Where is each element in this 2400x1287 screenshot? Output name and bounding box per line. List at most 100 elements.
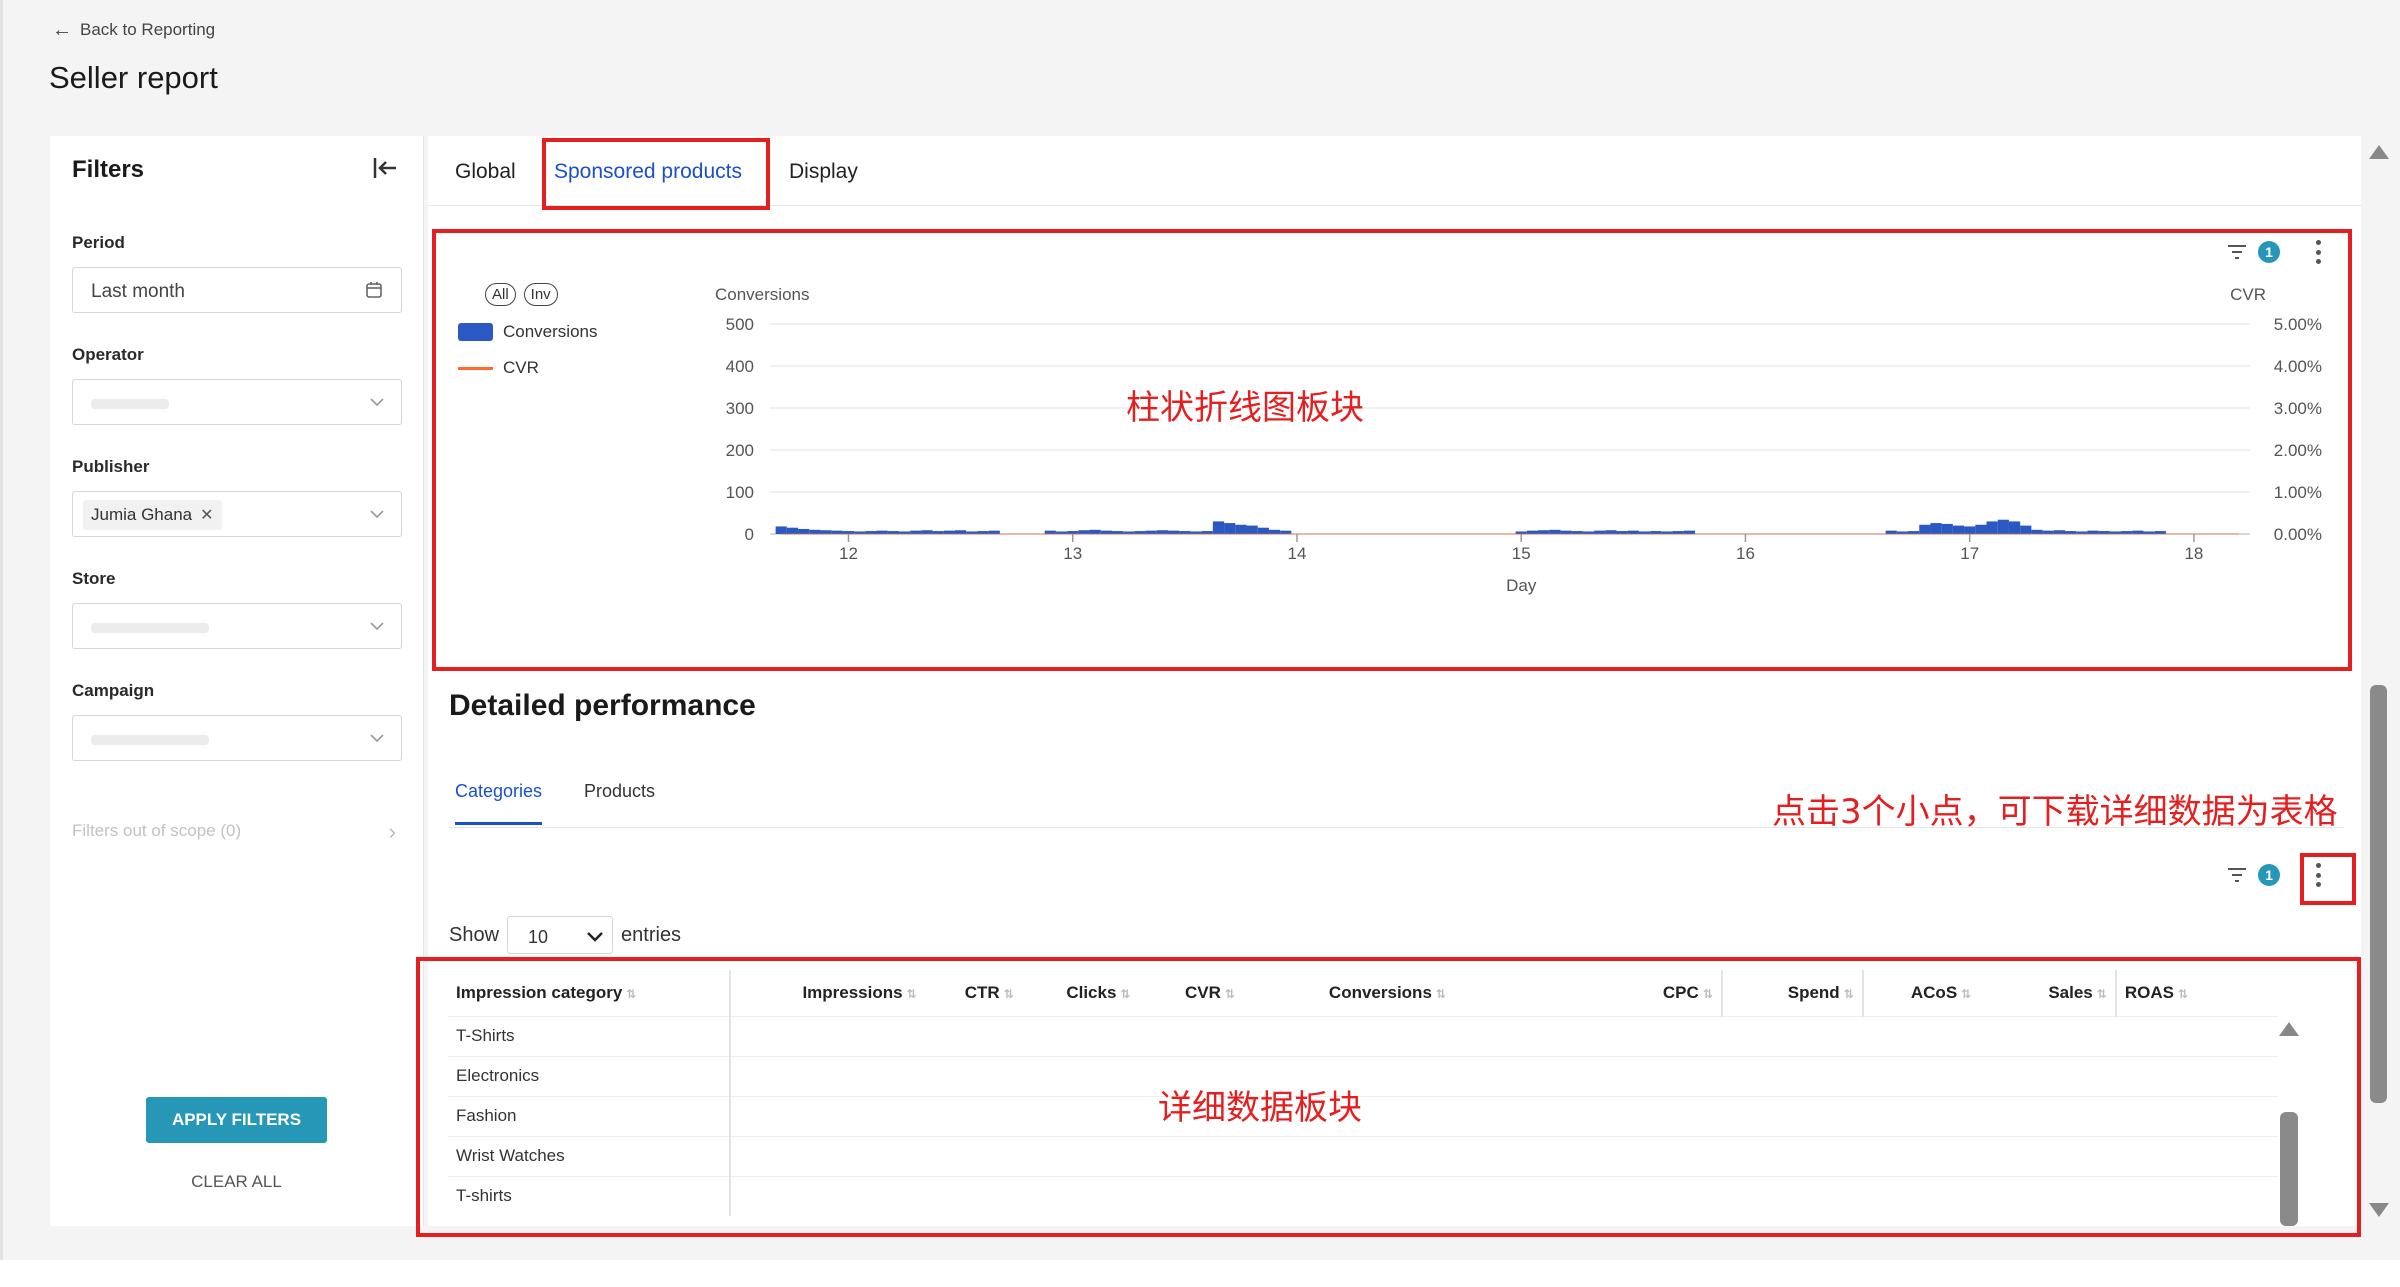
col-roas[interactable]: ROAS ⇅ [2116, 970, 2278, 1016]
chevron-right-icon: › [388, 819, 396, 844]
sort-icon: ⇅ [906, 986, 917, 1001]
conversion-bar [1964, 526, 1976, 534]
conversion-bar [910, 530, 922, 534]
tab-products[interactable]: Products [584, 781, 655, 802]
conversion-bar [1257, 527, 1269, 534]
col-cvr[interactable]: CVR ⇅ [1138, 970, 1243, 1016]
col-clicks[interactable]: Clicks ⇅ [1022, 970, 1139, 1016]
conversion-bar [1975, 524, 1987, 534]
y-tick-label: 100 [726, 483, 754, 502]
x-tick-label: 12 [839, 544, 858, 563]
conversion-bar [1089, 529, 1101, 534]
table-more-options-icon[interactable] [2308, 860, 2328, 890]
table-scrollbar-thumb[interactable] [2280, 1112, 2298, 1226]
out-of-scope-label: Filters out of scope (0) [72, 821, 242, 840]
conversion-bar [1986, 521, 1998, 534]
sort-icon: ⇅ [1702, 986, 1713, 1001]
y2-tick-label: 5.00% [2274, 315, 2322, 334]
conversion-bar [1549, 529, 1561, 534]
filter-count-badge: 1 [2258, 864, 2280, 886]
detail-table: Impression category ⇅ Impressions ⇅ CTR ⇅ C… [448, 970, 2278, 1216]
category-cell: Wrist Watches [448, 1135, 732, 1176]
conversion-bar [2132, 530, 2144, 534]
conversion-bar [2053, 530, 2065, 534]
conversion-bar [1145, 530, 1157, 534]
sort-icon: ⇅ [626, 986, 637, 1001]
conversion-bar [1930, 523, 1942, 534]
filter-icon[interactable] [2226, 865, 2248, 885]
table-row[interactable]: Fashion [448, 1095, 2278, 1136]
table-toolbar: 1 [2226, 860, 2328, 890]
conversion-bar [1683, 530, 1695, 534]
tab-categories[interactable]: Categories [455, 781, 543, 825]
detail-table-container: Impression category ⇅ Impressions ⇅ CTR ⇅ C… [448, 970, 2278, 1226]
conversion-bar [955, 530, 967, 534]
chevron-down-icon [370, 734, 384, 743]
y-tick-label: 0 [745, 525, 754, 544]
sort-icon: ⇅ [2096, 986, 2107, 1001]
conversion-bar [1627, 530, 1639, 534]
entries-per-page-select[interactable]: 10 [507, 916, 614, 954]
x-tick-label: 18 [2184, 544, 2203, 563]
conversion-bar [820, 530, 832, 534]
col-ctr[interactable]: CTR ⇅ [925, 970, 1022, 1016]
conversion-bar [1538, 530, 1550, 534]
campaign-select[interactable] [72, 715, 402, 761]
table-row[interactable]: T-Shirts [448, 1015, 2278, 1056]
x-tick-label: 14 [1288, 544, 1307, 563]
conversion-bar [1952, 525, 1965, 534]
conversion-bar [1235, 524, 1247, 534]
conversion-bar [1280, 530, 1292, 534]
col-cpc[interactable]: CPC ⇅ [1453, 970, 1723, 1016]
conversion-bar [921, 530, 933, 534]
page-scroll-up-icon[interactable] [2369, 145, 2389, 159]
page-scroll-down-icon[interactable] [2369, 1203, 2389, 1217]
conversion-bar [1224, 523, 1236, 534]
conversion-bar [798, 528, 810, 534]
conversion-bar [943, 530, 955, 534]
col-impression-category[interactable]: Impression category ⇅ [448, 970, 732, 1016]
conversion-bar [831, 530, 843, 534]
conversion-bar [1078, 530, 1090, 534]
conversion-bar [1997, 519, 2009, 534]
conversion-bar [1885, 530, 1897, 534]
show-entries-row: Show 10 entries [449, 916, 681, 954]
table-scroll-up-icon[interactable] [2279, 1022, 2299, 1036]
x-tick-label: 16 [1736, 544, 1755, 563]
conversion-bar [775, 526, 787, 534]
y2-tick-label: 2.00% [2274, 441, 2322, 460]
col-impressions[interactable]: Impressions ⇅ [730, 970, 924, 1016]
col-spend[interactable]: Spend ⇅ [1721, 970, 1864, 1016]
conversion-bar [2020, 525, 2032, 534]
table-row[interactable]: T-shirts [448, 1175, 2278, 1216]
apply-filters-button[interactable]: APPLY FILTERS [146, 1097, 327, 1143]
col-conversions[interactable]: Conversions ⇅ [1243, 970, 1454, 1016]
category-cell: Fashion [448, 1095, 732, 1136]
conversion-bar [876, 530, 888, 534]
show-label: Show [449, 923, 500, 946]
conversions-cvr-chart: 500 5.00% 400 4.00% 300 3.00% 200 2.00% 100 1.00%… [715, 285, 2322, 595]
conversion-bar [1156, 530, 1169, 534]
filters-out-of-scope[interactable]: Filters out of scope (0) › [72, 819, 402, 844]
y2-tick-label: 0.00% [2274, 525, 2322, 544]
conversion-bar [1168, 530, 1180, 534]
table-row[interactable]: Wrist Watches [448, 1135, 2278, 1176]
conversion-bar [2031, 529, 2043, 534]
category-cell: Electronics [448, 1055, 732, 1096]
y-tick-label: 500 [726, 315, 754, 334]
sort-icon: ⇅ [2177, 986, 2188, 1001]
table-row[interactable]: Electronics [448, 1055, 2278, 1096]
conversion-bar [1919, 524, 1931, 534]
conversion-bar [1526, 530, 1539, 534]
conversion-bar [1941, 523, 1953, 534]
col-sales[interactable]: Sales ⇅ [1979, 970, 2117, 1016]
page-scrollbar-thumb[interactable] [2370, 685, 2387, 1103]
col-acos[interactable]: ACoS ⇅ [1863, 970, 1979, 1016]
sort-icon: ⇅ [1003, 986, 1014, 1001]
category-cell: T-Shirts [448, 1015, 732, 1056]
entries-label: entries [621, 923, 682, 946]
y2-tick-label: 1.00% [2274, 483, 2322, 502]
clear-all-button[interactable]: CLEAR ALL [146, 1167, 327, 1197]
conversion-bar [2087, 530, 2099, 534]
conversion-bar [1268, 529, 1281, 534]
